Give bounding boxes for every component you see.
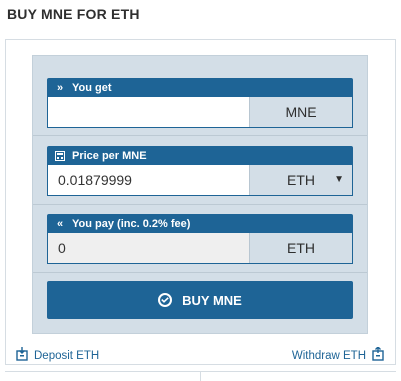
price-input[interactable]	[48, 165, 249, 195]
you-pay-unit: ETH	[249, 233, 352, 263]
you-pay-group: « You pay (inc. 0.2% fee) ETH	[47, 214, 353, 264]
you-pay-unit-label: ETH	[287, 240, 315, 256]
buy-button-label: BUY MNE	[182, 292, 242, 308]
deposit-label: Deposit ETH	[34, 349, 100, 362]
withdraw-label: Withdraw ETH	[291, 349, 366, 362]
withdraw-link[interactable]: Withdraw ETH	[291, 346, 384, 364]
you-get-row: MNE	[47, 97, 353, 128]
divider	[33, 272, 367, 273]
you-get-unit: MNE	[249, 97, 352, 127]
double-chevron-left-icon: «	[56, 217, 64, 230]
page-title: BUY MNE FOR ETH	[7, 6, 140, 22]
you-get-input[interactable]	[48, 97, 249, 127]
calculator-icon	[53, 150, 67, 161]
deposit-link[interactable]: Deposit ETH	[16, 347, 99, 364]
divider	[200, 371, 201, 381]
you-pay-input[interactable]	[48, 233, 249, 263]
you-get-label: You get	[72, 81, 112, 94]
price-row: ETH ▼	[47, 165, 353, 196]
caret-down-icon: ▼	[334, 174, 344, 185]
divider	[33, 204, 367, 205]
check-circle-icon	[158, 293, 173, 307]
wallet-icon	[372, 346, 384, 364]
price-unit-select[interactable]: ETH ▼	[249, 165, 352, 195]
you-pay-header: « You pay (inc. 0.2% fee)	[47, 214, 353, 233]
you-pay-label: You pay (inc. 0.2% fee)	[72, 217, 191, 230]
you-get-unit-label: MNE	[285, 104, 317, 120]
price-header: Price per MNE	[47, 146, 353, 165]
you-get-header: » You get	[47, 78, 353, 97]
buy-button[interactable]: BUY MNE	[47, 281, 353, 319]
price-label: Price per MNE	[72, 149, 147, 162]
double-chevron-right-icon: »	[56, 81, 64, 94]
you-pay-row: ETH	[47, 233, 353, 264]
divider	[33, 135, 367, 136]
you-get-group: » You get MNE	[47, 78, 353, 128]
wallet-icon	[16, 347, 28, 364]
price-unit-label: ETH	[287, 172, 315, 188]
price-group: Price per MNE ETH ▼	[47, 146, 353, 196]
